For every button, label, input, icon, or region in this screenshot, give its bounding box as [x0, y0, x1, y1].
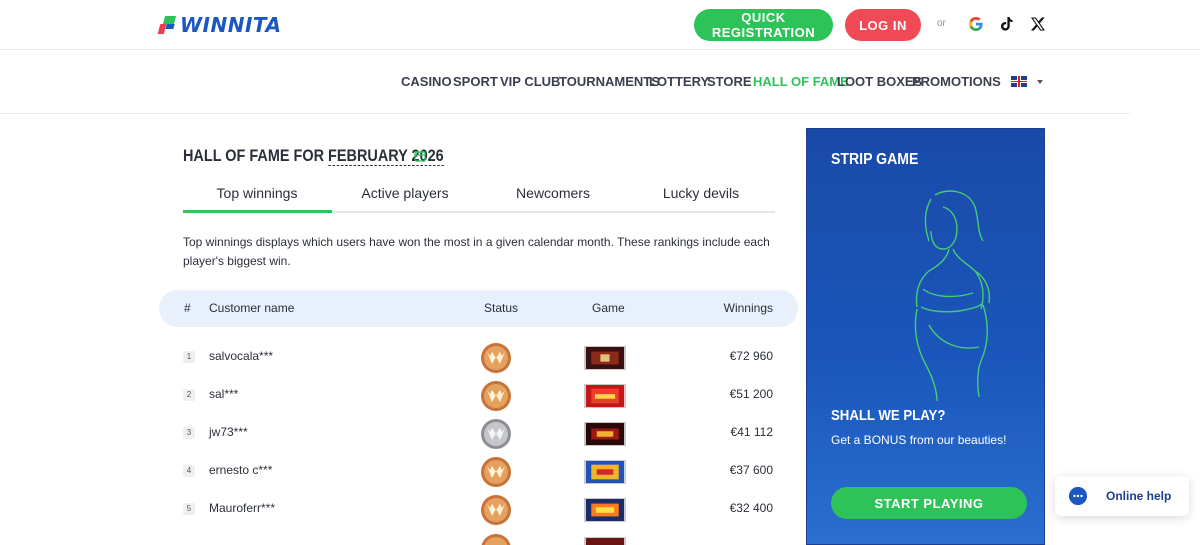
nav-item-promotions[interactable]: PROMOTIONS [912, 74, 1001, 89]
nav-item-hall-of-fame[interactable]: HALL OF FAME [753, 74, 849, 89]
bronze-status-icon [481, 457, 511, 487]
month-selector[interactable]: FEBRUARY 2026 [328, 146, 444, 166]
tab-description: Top winnings displays which users have w… [183, 235, 770, 268]
bronze-status-icon [481, 343, 511, 373]
rank-badge: 1 [183, 351, 195, 363]
title-prefix: HALL OF FAME FOR [183, 146, 325, 165]
game-thumbnail[interactable] [584, 384, 626, 408]
col-rank: # [184, 301, 191, 315]
table-row: 5 Mauroferr*** €32 400 [159, 491, 798, 529]
rank-badge: 2 [183, 389, 195, 401]
col-game: Game [592, 301, 625, 315]
winnings-amount: €41 112 [730, 425, 774, 439]
nav-item-loot-boxes[interactable]: LOOT BOXES [837, 74, 922, 89]
nav-item-casino[interactable]: CASINO [401, 74, 452, 89]
col-status: Status [484, 301, 519, 315]
chat-icon [1069, 487, 1087, 505]
chevron-down-icon[interactable] [1037, 80, 1043, 84]
x-icon[interactable] [1028, 14, 1048, 34]
nav-item-vip-club[interactable]: VIP CLUB [500, 74, 560, 89]
logo-mark-icon [157, 14, 177, 36]
login-button[interactable]: LOG IN [845, 9, 921, 41]
winnings-amount: €51 200 [729, 387, 773, 401]
table-row: 4 ernesto c*** €37 600 [159, 453, 798, 491]
table-row: 3 jw73*** €41 112 [159, 415, 798, 453]
nav-item-sport[interactable]: SPORT [453, 74, 498, 89]
top-header: WINNITA QUICK REGISTRATION LOG IN or [0, 0, 1200, 50]
promo-question: SHALL WE PLAY? [831, 407, 946, 424]
customer-name: ernesto c*** [209, 463, 273, 477]
hof-tabs: Top winnings Active players Newcomers Lu… [183, 180, 775, 213]
google-icon[interactable] [966, 14, 986, 34]
game-thumbnail[interactable] [584, 460, 626, 484]
nav-item-lottery[interactable]: LOTTERY [649, 74, 709, 89]
winnings-amount: €72 960 [729, 349, 773, 363]
logo-text: WINNITA [180, 13, 282, 37]
winnings-amount: €32 400 [729, 501, 773, 515]
start-playing-button[interactable]: START PLAYING [831, 487, 1027, 519]
winnita-logo[interactable]: WINNITA [157, 13, 282, 37]
table-header: # Customer name Status Game Winnings [159, 290, 798, 327]
page-title: HALL OF FAME FOR FEBRUARY 2026 [183, 146, 444, 166]
bronze-status-icon [481, 495, 511, 525]
customer-name: sal*** [209, 387, 239, 401]
customer-name: Mauroferr*** [209, 501, 276, 515]
winnings-amount: €37 600 [729, 463, 773, 477]
tab-top-winnings[interactable]: Top winnings [183, 185, 331, 201]
game-thumbnail[interactable] [584, 346, 626, 370]
table-row [159, 530, 798, 545]
active-tab-indicator [183, 210, 332, 213]
table-row: 1 salvocala*** €72 960 [159, 339, 798, 377]
quick-registration-button[interactable]: QUICK REGISTRATION [694, 9, 833, 41]
bronze-status-icon [481, 381, 511, 411]
calendar-icon[interactable] [414, 150, 426, 162]
nav-item-tournaments[interactable]: TOURNAMENTS [559, 74, 660, 89]
bronze-status-icon [481, 534, 511, 545]
game-thumbnail[interactable] [584, 422, 626, 446]
promo-title: STRIP GAME [831, 151, 919, 168]
tab-newcomers[interactable]: Newcomers [479, 185, 627, 201]
promo-subtitle: Get a BONUS from our beauties! [831, 433, 1007, 447]
tab-lucky-devils[interactable]: Lucky devils [627, 185, 775, 201]
tiktok-icon[interactable] [997, 14, 1017, 34]
customer-name: jw73*** [209, 425, 248, 439]
rank-badge: 3 [183, 427, 195, 439]
rank-badge: 4 [183, 465, 195, 477]
or-label: or [937, 18, 946, 29]
table-row: 2 sal*** €51 200 [159, 377, 798, 415]
rank-badge: 5 [183, 503, 195, 515]
tab-active-players[interactable]: Active players [331, 185, 479, 201]
col-customer-name: Customer name [209, 301, 295, 315]
strip-game-promo: STRIP GAME SHALL WE PLAY? Get a BONUS fr… [806, 128, 1045, 545]
game-thumbnail[interactable] [584, 537, 626, 545]
game-thumbnail[interactable] [584, 498, 626, 522]
online-help-widget[interactable]: Online help [1055, 476, 1189, 516]
uk-flag-icon[interactable] [1011, 76, 1027, 87]
customer-name: salvocala*** [209, 349, 274, 363]
nav-item-store[interactable]: STORE [707, 74, 752, 89]
model-outline-illustration [914, 190, 991, 402]
online-help-label: Online help [1106, 489, 1172, 503]
col-winnings: Winnings [723, 301, 773, 315]
silver-status-icon [481, 419, 511, 449]
